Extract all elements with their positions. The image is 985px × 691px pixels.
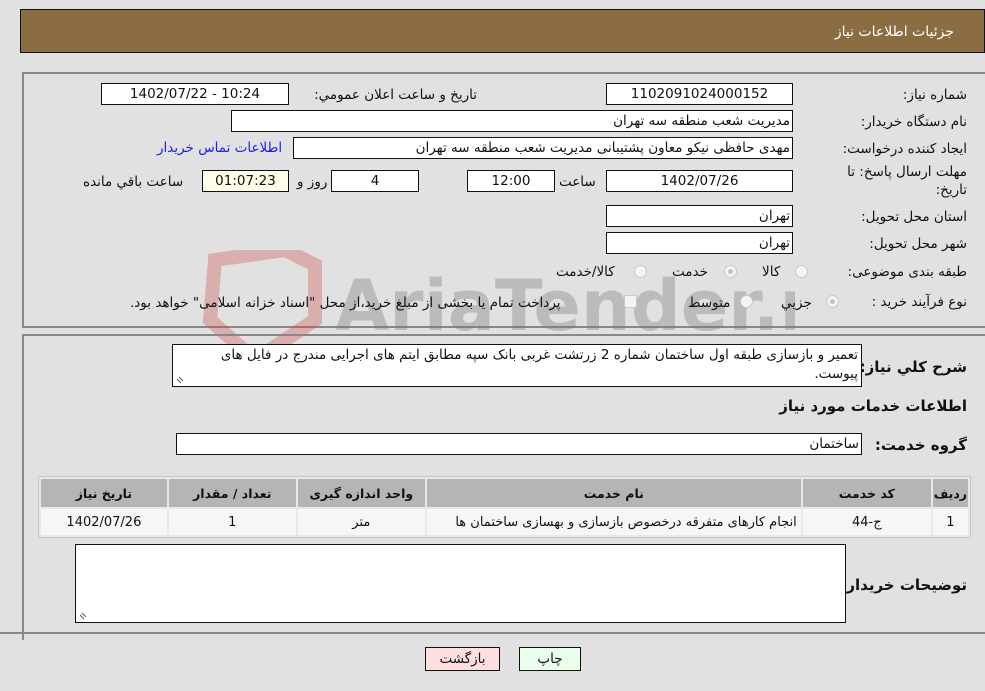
cell-quantity: 1 bbox=[168, 509, 296, 535]
column-header-service-code: کد خدمت bbox=[802, 479, 931, 507]
deadline-time-label: ساعت bbox=[559, 174, 596, 190]
description-label: شرح کلي نیاز: bbox=[859, 358, 967, 376]
announce-datetime-field[interactable]: 1402/07/22 - 10:24 bbox=[101, 83, 289, 105]
purchase-radio-minor[interactable] bbox=[826, 295, 839, 308]
purchase-radio-medium[interactable] bbox=[740, 295, 753, 308]
days-label: روز و bbox=[297, 174, 328, 190]
requester-field[interactable]: مهدی حافظی نیکو معاون پشتیبانی مدیریت شع… bbox=[293, 137, 793, 159]
cell-unit: متر bbox=[297, 509, 425, 535]
cell-service-code: ج-44 bbox=[802, 509, 931, 535]
city-field[interactable]: تهران bbox=[606, 232, 793, 254]
description-field[interactable]: تعمیر و بازسازی طبقه اول ساختمان شماره 2… bbox=[172, 344, 862, 387]
back-button[interactable]: بازگشت bbox=[425, 647, 500, 671]
column-header-need-date: تاریخ نیاز bbox=[41, 479, 167, 507]
buyer-contact-link[interactable]: اطلاعات تماس خریدار bbox=[157, 140, 282, 156]
deadline-time-field[interactable]: 12:00 bbox=[467, 170, 555, 192]
cell-row-number: 1 bbox=[932, 509, 968, 535]
print-button[interactable]: چاپ bbox=[519, 647, 581, 671]
remaining-time-field: 01:07:23 bbox=[202, 170, 289, 192]
column-header-quantity: تعداد / مقدار bbox=[168, 479, 296, 507]
category-radio-goods-service[interactable] bbox=[634, 265, 647, 278]
deadline-label-line2: تاریخ: bbox=[935, 182, 967, 198]
purchase-type-label: نوع فرآیند خرید : bbox=[871, 294, 967, 310]
page-header: جزئیات اطلاعات نیاز bbox=[20, 9, 985, 53]
remaining-time-label: ساعت باقي مانده bbox=[83, 174, 184, 190]
deadline-date-field[interactable]: 1402/07/26 bbox=[606, 170, 793, 192]
category-label: طبقه بندی موضوعی: bbox=[847, 264, 967, 280]
table-row: 1 ج-44 انجام کارهای متفرقه درخصوص بازساز… bbox=[41, 509, 968, 535]
remaining-days-field[interactable]: 4 bbox=[331, 170, 419, 192]
announce-datetime-label: تاریخ و ساعت اعلان عمومي: bbox=[314, 87, 477, 103]
service-group-label: گروه خدمت: bbox=[874, 436, 967, 454]
description-text: تعمیر و بازسازی طبقه اول ساختمان شماره 2… bbox=[220, 347, 858, 382]
buyer-org-field[interactable]: مدیریت شعب منطقه سه تهران bbox=[231, 110, 793, 132]
requester-label: ایجاد کننده درخواست: bbox=[842, 141, 967, 157]
category-radio-service[interactable] bbox=[724, 265, 737, 278]
resize-handle-icon[interactable] bbox=[78, 611, 88, 621]
services-table-header: ردیف کد خدمت نام خدمت واحد اندازه گیری ت… bbox=[41, 479, 968, 507]
resize-handle-icon[interactable] bbox=[175, 375, 185, 385]
services-section-title: اطلاعات خدمات مورد نیاز bbox=[779, 397, 967, 415]
province-label: استان محل تحویل: bbox=[861, 209, 967, 225]
need-number-field[interactable]: 1102091024000152 bbox=[606, 83, 793, 105]
purchase-option-minor: جزيي bbox=[781, 295, 812, 311]
province-field[interactable]: تهران bbox=[606, 205, 793, 227]
category-option-service: خدمت bbox=[672, 264, 708, 280]
divider bbox=[0, 632, 985, 634]
deadline-label-line1: مهلت ارسال پاسخ: تا bbox=[847, 164, 967, 180]
treasury-checkbox[interactable] bbox=[624, 295, 637, 308]
city-label: شهر محل تحویل: bbox=[869, 236, 967, 252]
column-header-unit: واحد اندازه گیری bbox=[297, 479, 425, 507]
cell-service-name: انجام کارهای متفرقه درخصوص بازسازی و بهس… bbox=[426, 509, 801, 535]
category-radio-goods[interactable] bbox=[795, 265, 808, 278]
services-table: ردیف کد خدمت نام خدمت واحد اندازه گیری ت… bbox=[38, 476, 971, 538]
column-header-service-name: نام خدمت bbox=[426, 479, 801, 507]
buyer-org-label: نام دستگاه خریدار: bbox=[860, 114, 967, 130]
category-option-goods: کالا bbox=[762, 264, 781, 280]
category-option-goods-service: کالا/خدمت bbox=[556, 264, 615, 280]
column-header-row-number: ردیف bbox=[932, 479, 968, 507]
buyer-notes-label: توضیحات خریدار: bbox=[840, 576, 967, 594]
buyer-notes-field[interactable] bbox=[75, 544, 846, 623]
need-number-label: شماره نیاز: bbox=[902, 87, 967, 103]
page-title: جزئیات اطلاعات نیاز bbox=[834, 24, 954, 40]
service-group-field[interactable]: ساختمان bbox=[176, 433, 862, 455]
treasury-checkbox-label: پرداخت تمام یا بخشی از مبلغ خرید،از محل … bbox=[130, 295, 561, 311]
purchase-option-medium: متوسط bbox=[688, 295, 731, 311]
cell-need-date: 1402/07/26 bbox=[41, 509, 167, 535]
